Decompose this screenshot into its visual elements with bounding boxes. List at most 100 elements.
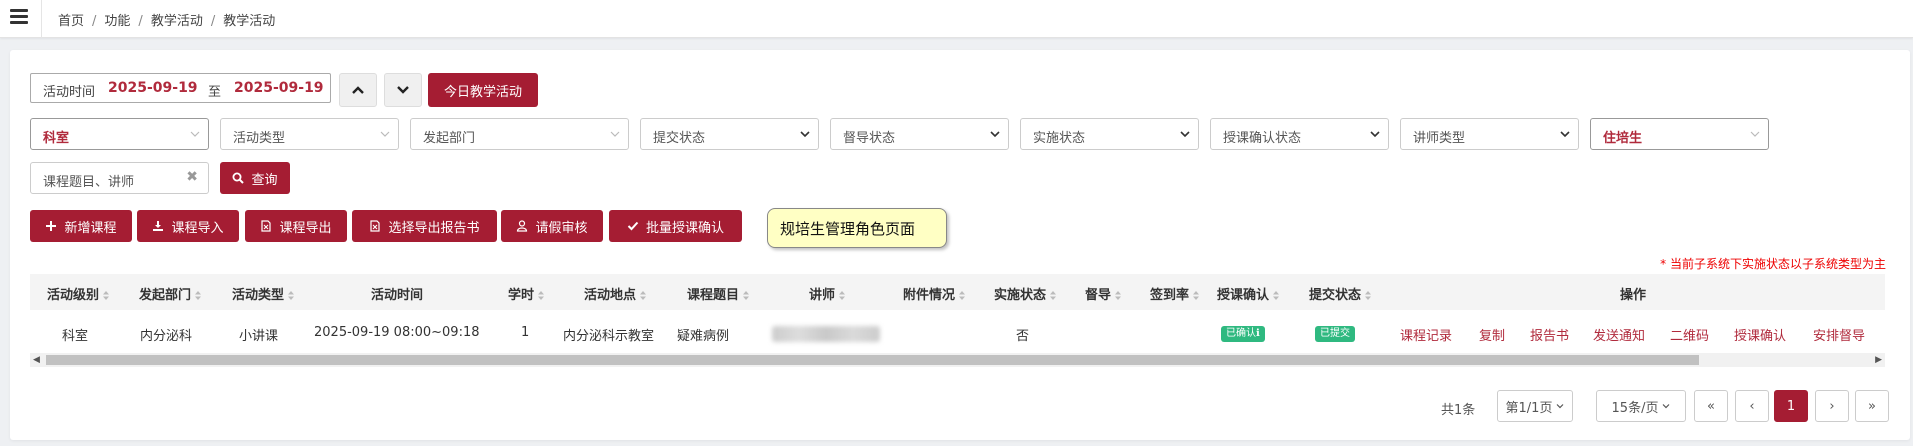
export-report-label: 选择导出报告书: [388, 220, 480, 236]
op-qrcode-link[interactable]: 二维码: [1670, 325, 1709, 344]
implementation-status-select[interactable]: 实施状态: [1020, 118, 1199, 150]
horizontal-scrollbar[interactable]: ◀ ▶: [30, 353, 1885, 367]
chevron-down-icon: [190, 131, 200, 137]
op-course-record-link[interactable]: 课程记录: [1400, 325, 1452, 344]
page-1-button[interactable]: 1: [1774, 390, 1808, 422]
import-course-button[interactable]: 课程导入: [137, 210, 239, 242]
sort-icon: [103, 291, 110, 300]
chevron-up-icon: [352, 86, 364, 94]
chevron-down-icon: [610, 131, 620, 137]
last-page-button[interactable]: »: [1855, 390, 1889, 422]
query-button[interactable]: 查询: [220, 162, 290, 194]
next-page-button[interactable]: ›: [1815, 390, 1849, 422]
page-select[interactable]: 第1/1页: [1497, 390, 1573, 422]
import-course-label: 课程导入: [171, 220, 224, 236]
col-header-type[interactable]: 活动类型: [232, 284, 295, 303]
export-report-button[interactable]: 选择导出报告书: [352, 210, 497, 242]
supervision-status-select-value: 督导状态: [843, 131, 896, 146]
op-copy-link[interactable]: 复制: [1479, 325, 1505, 344]
date-from[interactable]: 2025-09-19: [108, 80, 198, 96]
add-course-button[interactable]: 新增课程: [30, 210, 132, 242]
department-select-value: 科室: [43, 131, 70, 146]
cell-lecturer-redacted: [772, 326, 880, 342]
supervision-status-select[interactable]: 督导状态: [830, 118, 1009, 150]
plus-icon: [46, 221, 57, 231]
col-header-topic[interactable]: 课程题目: [687, 284, 750, 303]
breadcrumb-function[interactable]: 功能: [104, 14, 130, 29]
page-size-select[interactable]: 15条/页: [1596, 390, 1686, 422]
pager-total: 共1条: [1441, 403, 1476, 418]
breadcrumb-teaching[interactable]: 教学活动: [151, 14, 203, 29]
export-course-button[interactable]: 课程导出: [245, 210, 347, 242]
table-header: 活动级别 发起部门 活动类型 活动时间 学时 活动地点 课程题目 讲师 附件情况…: [30, 274, 1885, 310]
col-header-lecturer[interactable]: 讲师: [809, 284, 846, 303]
leave-review-label: 请假审核: [535, 220, 588, 236]
col-header-dept[interactable]: 发起部门: [139, 284, 202, 303]
breadcrumb-current: 教学活动: [223, 14, 276, 29]
search-icon: [232, 172, 245, 184]
prev-page-button[interactable]: ‹: [1735, 390, 1769, 422]
teaching-confirm-status-select[interactable]: 授课确认状态: [1210, 118, 1389, 150]
col-header-location[interactable]: 活动地点: [584, 284, 647, 303]
col-header-signin-rate[interactable]: 签到率: [1150, 284, 1200, 303]
chevron-down-icon: [397, 86, 409, 94]
menu-toggle-icon[interactable]: [10, 9, 28, 25]
user-icon: [517, 220, 528, 232]
scroll-left-icon[interactable]: ◀: [33, 355, 40, 365]
initiating-dept-select[interactable]: 发起部门: [410, 118, 629, 150]
today-activity-label: 今日教学活动: [443, 84, 522, 100]
op-report-link[interactable]: 报告书: [1530, 325, 1569, 344]
op-arrange-supervision-link[interactable]: 安排督导: [1813, 325, 1865, 344]
scroll-right-icon[interactable]: ▶: [1875, 355, 1882, 365]
cell-dept: 内分泌科: [140, 329, 193, 344]
chevron-down-icon: [800, 131, 810, 138]
sort-icon: [1365, 291, 1372, 300]
sort-icon: [743, 291, 750, 300]
chevron-down-icon: [1557, 404, 1564, 409]
activity-time-range[interactable]: 活动时间 2025-09-19 至 2025-09-19: [30, 73, 331, 103]
department-select[interactable]: 科室: [30, 118, 209, 150]
col-header-attachment[interactable]: 附件情况: [903, 284, 966, 303]
col-header-hours[interactable]: 学时: [508, 284, 545, 303]
op-send-notice-link[interactable]: 发送通知: [1593, 325, 1645, 344]
sort-icon: [288, 291, 295, 300]
submit-status-select[interactable]: 提交状态: [640, 118, 819, 150]
activity-type-select-value: 活动类型: [233, 131, 286, 146]
implementation-status-select-value: 实施状态: [1033, 131, 1086, 146]
confirmed-badge[interactable]: 已确认ℹ: [1221, 326, 1265, 342]
col-header-supervision[interactable]: 督导: [1085, 284, 1122, 303]
clear-icon[interactable]: ✖: [186, 169, 198, 185]
first-page-button[interactable]: «: [1694, 390, 1728, 422]
lecturer-type-select[interactable]: 讲师类型: [1400, 118, 1579, 150]
col-header-level[interactable]: 活动级别: [47, 284, 110, 303]
op-teaching-confirm-link[interactable]: 授课确认: [1734, 325, 1786, 344]
breadcrumb-home[interactable]: 首页: [58, 14, 84, 29]
search-input[interactable]: 课程题目、讲师 ✖: [30, 162, 209, 194]
col-header-time: 活动时间: [371, 288, 424, 303]
excel-file-icon: [261, 220, 272, 232]
expand-button[interactable]: [384, 73, 422, 107]
sort-icon: [195, 291, 202, 300]
topbar-divider: [41, 0, 42, 38]
col-header-confirm[interactable]: 授课确认: [1217, 284, 1280, 303]
batch-confirm-button[interactable]: 批量授课确认: [609, 210, 742, 242]
chevron-down-icon: [380, 131, 390, 137]
query-button-label: 查询: [251, 172, 278, 188]
col-header-implemented[interactable]: 实施状态: [994, 284, 1057, 303]
activity-type-select[interactable]: 活动类型: [220, 118, 399, 150]
chevron-down-icon: [1560, 131, 1570, 138]
leave-review-button[interactable]: 请假审核: [501, 210, 603, 242]
chevron-down-icon: [1370, 131, 1380, 138]
col-header-submit-status[interactable]: 提交状态: [1309, 284, 1372, 303]
main-panel: [10, 50, 1910, 440]
search-input-placeholder: 课程题目、讲师: [43, 175, 135, 190]
today-activity-button[interactable]: 今日教学活动: [428, 73, 538, 107]
cell-hours: 1: [521, 325, 530, 340]
submitted-badge: 已提交: [1315, 326, 1355, 342]
scrollbar-thumb[interactable]: [46, 355, 1699, 365]
date-to[interactable]: 2025-09-19: [234, 80, 324, 96]
cell-implemented: 否: [1016, 329, 1030, 344]
trainee-type-select[interactable]: 住培生: [1590, 118, 1769, 150]
collapse-button[interactable]: [339, 73, 377, 107]
cell-location: 内分泌科示教室: [563, 329, 655, 344]
